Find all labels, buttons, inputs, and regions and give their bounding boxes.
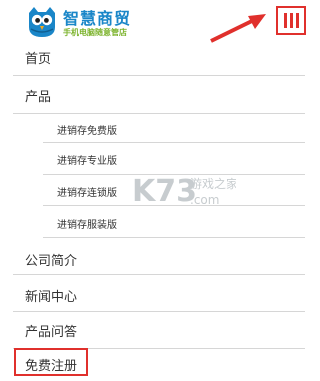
- svg-text:K73: K73: [132, 174, 197, 209]
- svg-text:.com: .com: [190, 193, 219, 207]
- k73-watermark: K73 游戏之家 .com: [132, 174, 236, 209]
- subnav-item-free[interactable]: 进销存免费版: [43, 114, 305, 143]
- subnav-item-label: 进销存连锁版: [57, 188, 117, 199]
- nav-item-label: 首页: [25, 52, 52, 67]
- svg-text:游戏之家: 游戏之家: [190, 176, 236, 191]
- nav-item-label: 新闻中心: [25, 290, 78, 305]
- owl-logo-icon: [29, 7, 55, 37]
- nav-item-label: 公司简介: [25, 254, 78, 269]
- menu-toggle-button[interactable]: [276, 6, 306, 35]
- nav-item-faq[interactable]: 产品问答: [13, 312, 305, 349]
- nav-item-news[interactable]: 新闻中心: [13, 275, 305, 312]
- brand-subtitle: 手机电脑随意管店: [63, 28, 127, 37]
- nav-item-label: 产品问答: [25, 325, 78, 340]
- menu-icon-bar: [289, 13, 293, 28]
- subnav-item-label: 进销存专业版: [57, 156, 117, 167]
- nav-item-products[interactable]: 产品: [13, 76, 305, 114]
- subnav-item-label: 进销存服装版: [57, 220, 117, 231]
- register-highlight-box: [14, 348, 88, 376]
- nav-item-company[interactable]: 公司简介: [13, 238, 305, 275]
- nav-item-label: 产品: [25, 90, 52, 105]
- subnav-item-label: 进销存免费版: [57, 126, 117, 137]
- nav-item-home[interactable]: 首页: [13, 38, 305, 76]
- menu-icon-bar: [283, 13, 287, 28]
- brand-title: 智慧商贸: [63, 9, 132, 28]
- menu-icon-bar: [295, 13, 299, 28]
